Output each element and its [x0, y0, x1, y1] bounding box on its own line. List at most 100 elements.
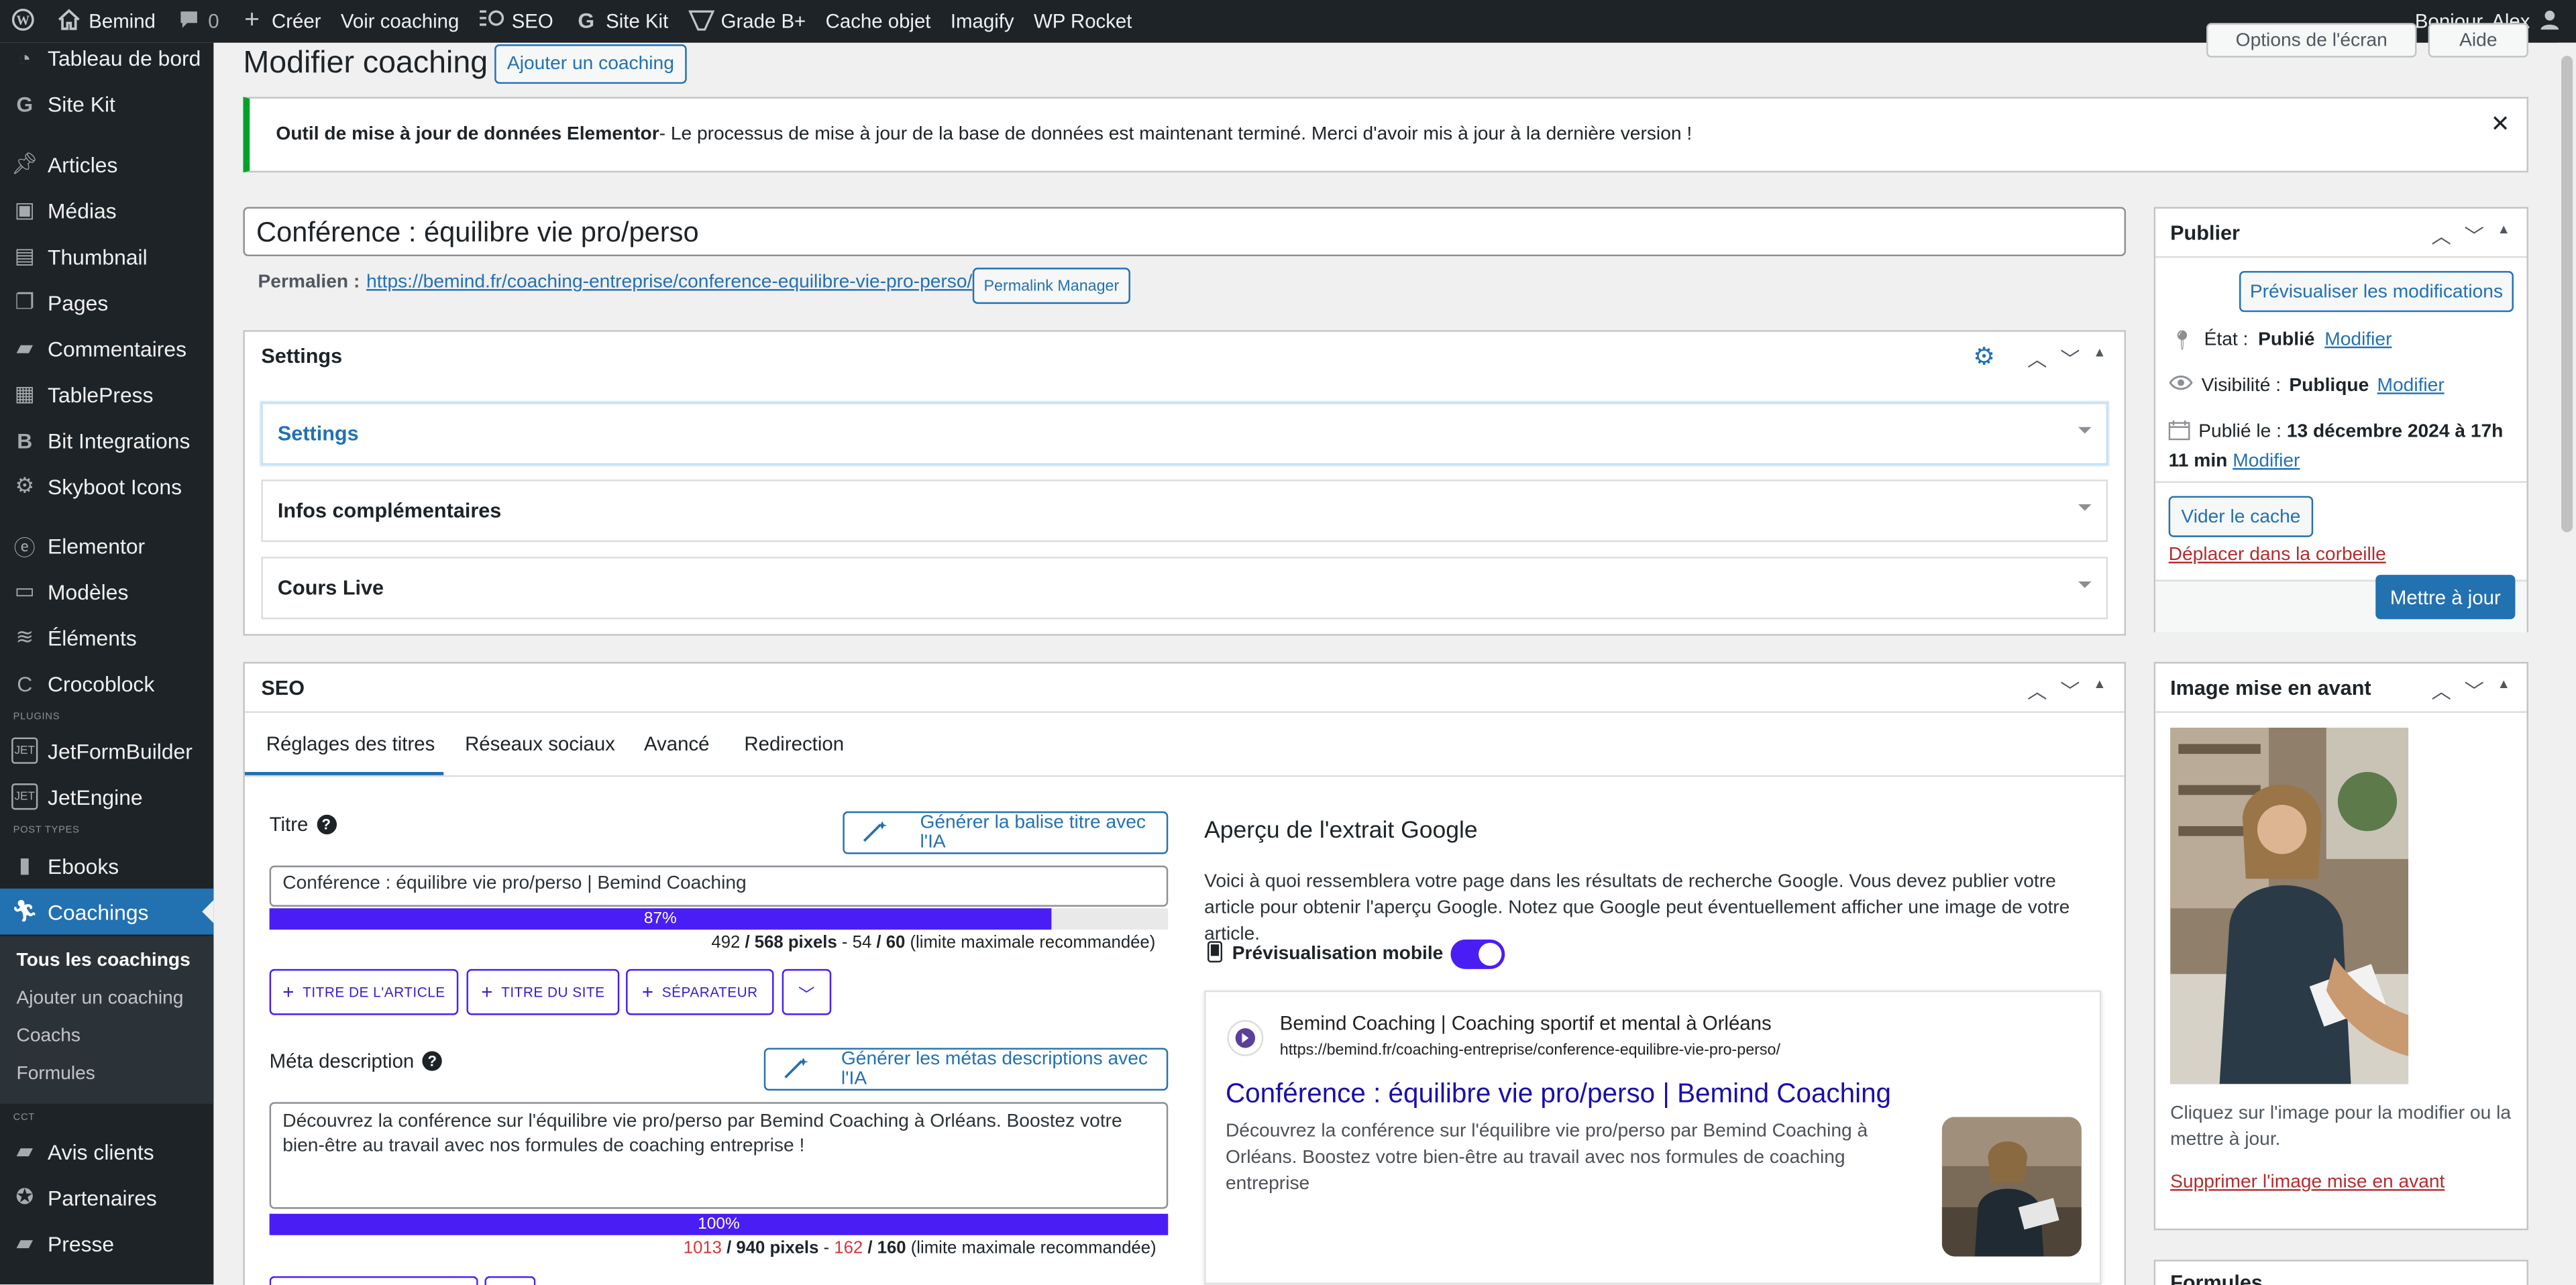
calendar-icon [2168, 420, 2194, 449]
toggle-panel-icon[interactable]: ▲ [2093, 677, 2106, 705]
tab-advanced[interactable]: Avancé [644, 732, 710, 755]
page-title: Modifier coaching [243, 46, 488, 81]
chevron-up-icon[interactable]: ︿ [2027, 677, 2047, 705]
sidebar-item-partenaires[interactable]: ✪ Partenaires [0, 1174, 213, 1221]
comments-icon: ▰ [16, 335, 33, 360]
edit-date-link[interactable]: Modifier [2233, 451, 2300, 471]
clear-cache-button[interactable]: Vider le cache [2168, 496, 2314, 537]
gear-icon[interactable]: ⚙ [1973, 341, 1995, 372]
sidebar-item-avis-clients[interactable]: ▰ Avis clients [0, 1128, 213, 1174]
sidebar-item-coachings[interactable]: 🏃︎ Coachings [0, 888, 214, 935]
accordion-infos-complementaires[interactable]: Infos complémentaires [261, 480, 2108, 543]
tab-title-settings[interactable]: Réglages des titres [266, 732, 435, 755]
notice-title: Outil de mise à jour de données Elemento… [276, 125, 659, 145]
submenu-add-coaching[interactable]: Ajouter un coaching [16, 989, 183, 1008]
sidebar-item-crocoblock[interactable]: C Crocoblock [0, 660, 213, 706]
imagify-link[interactable]: Imagify [941, 0, 1024, 43]
preview-changes-button[interactable]: Prévisualiser les modifications [2239, 271, 2514, 313]
seo-menu[interactable]: SEO [469, 0, 563, 43]
sidebar-item-label: Modèles [48, 579, 129, 604]
toggle-panel-icon[interactable]: ▲ [2093, 345, 2106, 373]
featured-image[interactable] [2170, 727, 2409, 1084]
move-to-trash-link[interactable]: Déplacer dans la corbeille [2169, 545, 2386, 565]
post-title-input[interactable]: Conférence : équilibre vie pro/perso [243, 207, 2127, 257]
submenu-coachs[interactable]: Coachs [16, 1027, 80, 1046]
scrollbar-thumb[interactable] [2561, 56, 2573, 533]
help-icon[interactable]: ? [422, 1051, 442, 1071]
sidebar-item-comments[interactable]: ▰ Commentaires [0, 325, 213, 372]
permalink-manager-button[interactable]: Permalink Manager [972, 268, 1130, 304]
insert-article-title-tag[interactable]: + TITRE DE L'ARTICLE [269, 968, 459, 1015]
mobile-preview-toggle[interactable] [1450, 939, 1505, 969]
sidebar-item-pages[interactable]: ❐ Pages [0, 279, 213, 325]
chevron-down-icon[interactable]: ﹀ [2060, 345, 2080, 373]
view-coaching-link[interactable]: Voir coaching [331, 0, 469, 43]
sitekit-menu[interactable]: G Site Kit [563, 0, 678, 43]
help-button[interactable]: Aide [2428, 23, 2529, 58]
generate-meta-ai-button[interactable]: Générer les métas descriptions avec l'IA [763, 1048, 1169, 1091]
meta-tag-dropdown[interactable] [484, 1276, 536, 1285]
sidebar-item-modeles[interactable]: ▭ Modèles [0, 568, 213, 614]
new-content-menu[interactable]: + Créer [229, 0, 331, 43]
sidebar-item-label: Avis clients [48, 1139, 154, 1164]
toggle-panel-icon[interactable]: ▲ [2498, 677, 2510, 705]
sidebar-item-articles[interactable]: 📌︎ Articles [0, 142, 213, 188]
sidebar-item-dashboard[interactable]: ◔ Tableau de bord [0, 34, 213, 80]
sidebar-item-ebooks[interactable]: ▮ Ebooks [0, 842, 213, 889]
edit-visibility-link[interactable]: Modifier [2377, 376, 2445, 395]
serp-title[interactable]: Conférence : équilibre vie pro/perso | B… [1226, 1079, 1891, 1111]
accordion-cours-live[interactable]: Cours Live [261, 557, 2108, 620]
toggle-panel-icon[interactable]: ▲ [2498, 222, 2510, 250]
sidebar-item-jetengine[interactable]: JET JetEngine [0, 773, 213, 820]
dismiss-notice-close-icon[interactable]: ✕ [2491, 110, 2510, 138]
wp-rocket-link[interactable]: WP Rocket [1024, 0, 1142, 43]
help-icon[interactable]: ? [316, 814, 336, 835]
add-coaching-button[interactable]: Ajouter un coaching [494, 44, 687, 84]
chevron-down-icon[interactable]: ﹀ [2060, 677, 2080, 705]
mobile-preview-label: Prévisualisation mobile [1232, 944, 1444, 964]
sidebar-item-thumbnail[interactable]: ▤ Thumbnail [0, 233, 213, 280]
coachings-submenu: Tous les coachings Ajouter un coaching C… [0, 936, 214, 1104]
sidebar-item-medias[interactable]: ▣ Médias [0, 187, 213, 233]
folder-icon: ▭ [14, 578, 35, 603]
submenu-all-coachings[interactable]: Tous les coachings [16, 951, 190, 970]
chevron-up-icon[interactable]: ︿ [2432, 222, 2451, 250]
submenu-formules[interactable]: Formules [16, 1064, 95, 1084]
sidebar-item-sitekit[interactable]: G Site Kit [0, 80, 213, 127]
generate-title-ai-button[interactable]: Générer la balise titre avec l'IA [843, 811, 1169, 854]
sidebar-item-bit-integrations[interactable]: B Bit Integrations [0, 417, 213, 463]
sidebar-item-jetformbuilder[interactable]: JET JetFormBuilder [0, 728, 213, 774]
sidebar-item-presse[interactable]: ▰ Presse [0, 1221, 213, 1267]
chevron-up-icon[interactable]: ︿ [2432, 677, 2451, 705]
chevron-down-icon[interactable]: ﹀ [2465, 677, 2484, 705]
sitekit-icon: G [16, 91, 34, 116]
sidebar-item-label: Médias [48, 198, 117, 223]
sidebar-item-label: Bit Integrations [48, 427, 191, 453]
meta-description-textarea[interactable]: Découvrez la conférence sur l'équilibre … [269, 1102, 1169, 1209]
sidebar-item-elementor[interactable]: ⓔ Elementor [0, 522, 213, 569]
sidebar-item-label: Presse [48, 1231, 115, 1256]
remove-featured-image-link[interactable]: Supprimer l'image mise en avant [2170, 1173, 2445, 1192]
meta-tag-button[interactable] [269, 1276, 478, 1285]
seo-title-input[interactable]: Conférence : équilibre vie pro/perso | B… [269, 865, 1169, 907]
more-tags-dropdown[interactable]: ﹀ [782, 968, 832, 1015]
permalink-url[interactable]: https://bemind.fr/coaching-entreprise/co… [366, 273, 972, 292]
object-cache-link[interactable]: Cache objet [816, 0, 941, 43]
tab-social[interactable]: Réseaux sociaux [465, 732, 615, 755]
meta-progress-bar: 100% [269, 1213, 1169, 1235]
sidebar-item-elements[interactable]: ≋ Éléments [0, 614, 213, 661]
tab-redirection[interactable]: Redirection [744, 732, 844, 755]
sidebar-item-skyboot-icons[interactable]: ⚙ Skyboot Icons [0, 463, 213, 510]
screen-options-button[interactable]: Options de l'écran [2206, 23, 2417, 58]
insert-separator-tag[interactable]: + SÉPARATEUR [626, 968, 774, 1015]
accordion-settings[interactable]: Settings [261, 402, 2108, 465]
grade-menu[interactable]: Grade B+ [678, 0, 816, 43]
edit-status-link[interactable]: Modifier [2324, 330, 2392, 349]
chevron-up-icon[interactable]: ︿ [2027, 345, 2047, 373]
update-button[interactable]: Mettre à jour [2375, 575, 2516, 620]
eye-icon [2169, 374, 2194, 396]
page-scrollbar[interactable] [2558, 42, 2576, 1285]
chevron-down-icon[interactable]: ﹀ [2465, 222, 2484, 250]
insert-site-title-tag[interactable]: + TITRE DU SITE [466, 968, 620, 1015]
sidebar-item-tablepress[interactable]: ▦ TablePress [0, 371, 213, 417]
